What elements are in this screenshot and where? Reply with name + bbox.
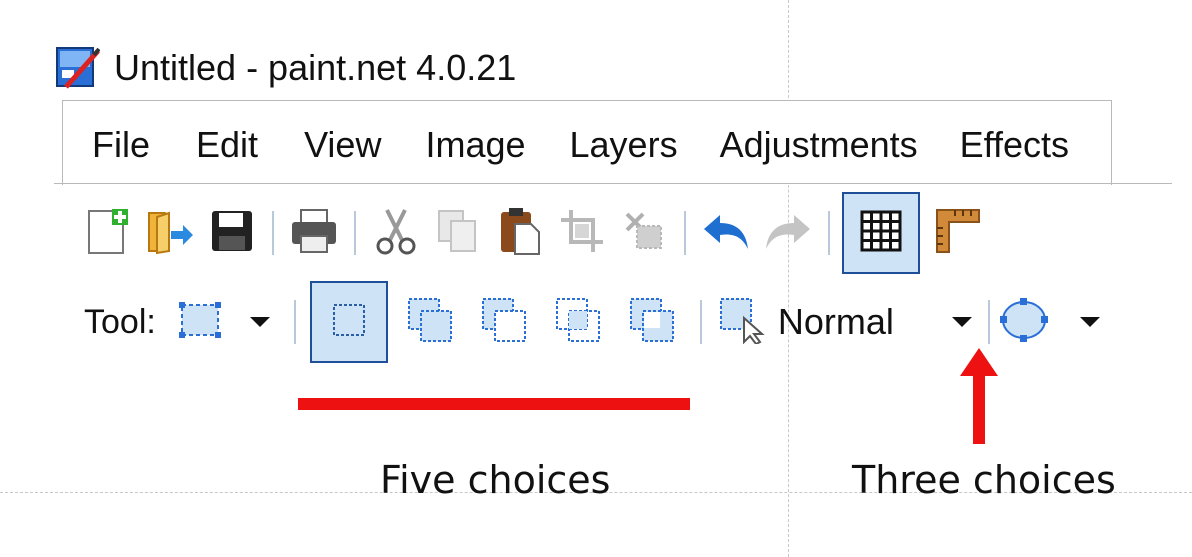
tool-dropdown-arrow-icon[interactable] [249, 317, 270, 327]
deselect-button[interactable] [616, 205, 672, 261]
tool-label: Tool: [84, 302, 156, 341]
menu-edit[interactable]: Edit [196, 124, 258, 166]
redo-icon [762, 211, 814, 256]
toolbar-separator [828, 211, 830, 255]
toolbar-separator [987, 300, 990, 344]
open-icon [145, 207, 195, 260]
selection-mode-replace-button[interactable] [309, 281, 388, 363]
cut-button[interactable] [368, 205, 424, 261]
paste-button[interactable] [492, 205, 548, 261]
menu-layers[interactable]: Layers [570, 124, 678, 166]
grid-toggle-button[interactable] [842, 192, 920, 274]
undo-icon [700, 211, 752, 256]
blend-mode-dropdown-arrow-icon[interactable] [951, 317, 972, 327]
save-icon [209, 208, 255, 259]
print-icon [289, 208, 339, 259]
selection-mode-exclude-icon [480, 296, 528, 349]
selection-mode-intersect-icon [554, 296, 602, 349]
selection-mode-intersect-button[interactable] [552, 296, 604, 348]
crop-to-selection-icon [559, 208, 605, 259]
toolbar-separator [699, 300, 702, 344]
rulers-toggle-button[interactable] [930, 205, 986, 261]
three-choices-caption: Three choices [852, 458, 1116, 502]
five-choices-underline [298, 398, 690, 410]
deselect-icon [621, 208, 667, 259]
red-arrow-icon [958, 346, 1000, 446]
crop-to-selection-button[interactable] [554, 205, 610, 261]
ruler-icon [933, 206, 983, 261]
new-image-icon [85, 207, 131, 260]
menu-effects[interactable]: Effects [960, 124, 1069, 166]
ellipse-dropdown-arrow-icon[interactable] [1079, 317, 1100, 327]
toolbar-separator [272, 211, 274, 255]
five-choices-caption: Five choices [380, 458, 611, 502]
selection-mode-replace-icon [329, 300, 369, 345]
selection-mode-union-button[interactable] [404, 296, 456, 348]
blend-mode-value[interactable]: Normal [778, 301, 894, 343]
paintnet-app-icon [54, 45, 101, 91]
save-button[interactable] [204, 205, 260, 261]
paste-icon [497, 206, 543, 261]
new-image-button[interactable] [80, 205, 136, 261]
selection-mode-exclude-button[interactable] [478, 296, 530, 348]
open-button[interactable] [142, 205, 198, 261]
selection-mode-xor-icon [628, 296, 676, 349]
cut-icon [373, 206, 419, 261]
main-toolbar [80, 192, 992, 274]
ellipse-select-icon [998, 296, 1050, 349]
ellipse-select-button[interactable] [998, 296, 1050, 348]
rectangle-select-icon [177, 300, 223, 345]
menu-view[interactable]: View [304, 124, 381, 166]
menu-adjustments[interactable]: Adjustments [720, 124, 918, 166]
guide-line-vertical [788, 0, 789, 557]
redo-button[interactable] [760, 205, 816, 261]
toolbar-separator [354, 211, 356, 255]
menu-file[interactable]: File [92, 124, 150, 166]
grid-icon [859, 209, 903, 258]
menu-image[interactable]: Image [425, 124, 525, 166]
toolbar-separator [684, 211, 686, 255]
window-title: Untitled - paint.net 4.0.21 [114, 47, 517, 88]
selection-mode-union-icon [406, 296, 454, 349]
selection-mode-xor-button[interactable] [626, 296, 678, 348]
tool-options-bar: Tool: Normal [84, 281, 1110, 363]
tool-picker-button[interactable] [174, 296, 226, 348]
undo-button[interactable] [698, 205, 754, 261]
copy-icon [435, 207, 481, 260]
menu-bar: File Edit View Image Layers Adjustments … [92, 124, 1069, 166]
menu-divider [54, 183, 1172, 184]
selection-draw-mode-button[interactable] [716, 296, 768, 348]
title-bar: Untitled - paint.net 4.0.21 [54, 38, 516, 98]
print-button[interactable] [286, 205, 342, 261]
toolbar-separator [293, 300, 296, 344]
selection-draw-mode-icon [718, 296, 766, 349]
copy-button[interactable] [430, 205, 486, 261]
